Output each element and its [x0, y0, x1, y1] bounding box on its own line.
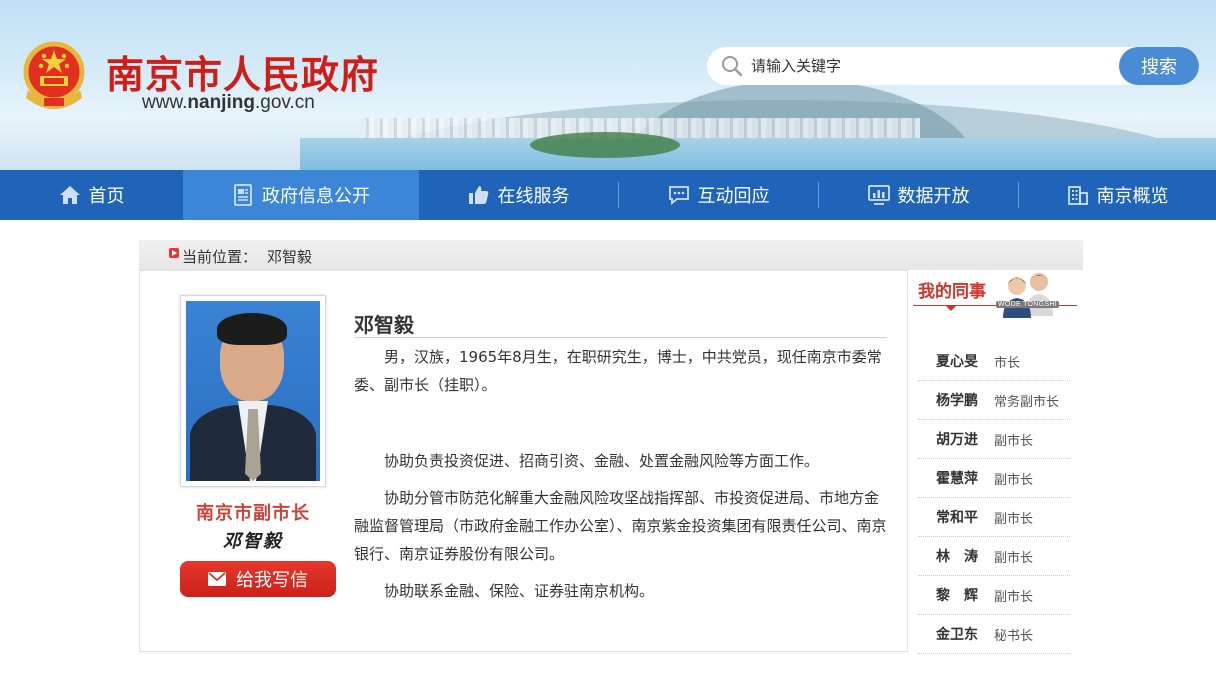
search-button[interactable]: 搜索: [1119, 47, 1199, 85]
colleague-name: 常和平: [936, 510, 978, 526]
profile-signature: 邓智毅: [223, 531, 283, 552]
colleague-item[interactable]: 杨学鹏 常务副市长: [918, 381, 1070, 420]
photo-hair: [217, 313, 287, 345]
nav-item-gov-info[interactable]: 政府信息公开: [183, 170, 419, 220]
site-url-suffix: .gov.cn: [254, 92, 315, 113]
write-letter-label: 给我写信: [236, 570, 308, 591]
building-icon: [1067, 186, 1088, 205]
colleague-role: 市长: [994, 355, 1021, 371]
colleague-role: 副市长: [994, 550, 1034, 566]
colleagues-heading: 我的同事: [918, 282, 986, 302]
colleague-role: 秘书长: [994, 628, 1034, 644]
colleague-item[interactable]: 胡万进 副市长: [918, 420, 1070, 459]
breadcrumb-current: 邓智毅: [267, 248, 313, 266]
location-marker-icon: [169, 248, 179, 258]
nav-item-nanjing-overview[interactable]: 南京概览: [1019, 170, 1216, 220]
bio-paragraph: 协助分管市防范化解重大金融风险攻坚战指挥部、市投资促进局、市地方金融监督管理局（…: [354, 489, 887, 563]
colleague-role: 副市长: [994, 589, 1034, 605]
colleague-item[interactable]: 林 涛 副市长: [918, 537, 1070, 576]
colleague-name: 黎 辉: [936, 588, 978, 604]
background-lake: [300, 138, 1216, 170]
colleagues-people-icon: [1003, 273, 1053, 318]
colleagues-badge: WODE TONGSHI: [996, 301, 1059, 308]
profile-panel: 南京市副市长 邓智毅 给我写信 邓智毅 男，汉族，1965年8月生，在职研究生，…: [139, 270, 908, 652]
nav-item-label: 首页: [88, 186, 125, 207]
nav-item-open-data[interactable]: 数据开放: [819, 170, 1018, 220]
colleague-name: 夏心旻: [936, 354, 978, 370]
write-letter-button[interactable]: 给我写信: [180, 561, 336, 597]
divider: [354, 337, 887, 338]
monitor-icon: [867, 185, 890, 205]
document-icon: [234, 184, 252, 206]
search-input[interactable]: [751, 47, 1111, 85]
national-emblem-icon[interactable]: [20, 40, 88, 116]
profile-position-title: 南京市副市长: [196, 503, 310, 524]
thumbs-up-icon: [468, 186, 488, 204]
colleague-item[interactable]: 霍慧萍 副市长: [918, 459, 1070, 498]
colleague-name: 林 涛: [936, 549, 978, 565]
bio-paragraph: 男，汉族，1965年8月生，在职研究生，博士，中共党员，现任南京市委常委、副市长…: [354, 348, 882, 394]
colleague-name: 霍慧萍: [936, 471, 978, 487]
colleague-item[interactable]: 常和平 副市长: [918, 498, 1070, 537]
colleague-list: 夏心旻 市长 杨学鹏 常务副市长 胡万进 副市长 霍慧萍 副市长 常和平 副市长…: [918, 342, 1070, 654]
nav-item-online-service[interactable]: 在线服务: [419, 170, 618, 220]
colleague-role: 常务副市长: [994, 394, 1060, 410]
bio-paragraph: 协助联系金融、保险、证券驻南京机构。: [384, 582, 655, 600]
nav-item-label: 在线服务: [497, 186, 570, 207]
colleague-name: 金卫东: [936, 627, 978, 643]
main-navigation: 首页 政府信息公开 在线服务 互动回应 数据开放 南京概览: [0, 170, 1216, 220]
colleagues-sidebar: 我的同事 WODE TONGSHI 夏心旻 市长 杨学鹏 常务副市长 胡万进 副…: [908, 270, 1083, 658]
colleague-role: 副市长: [994, 433, 1034, 449]
colleague-name: 胡万进: [936, 432, 978, 448]
search-icon: [722, 56, 743, 77]
person-name: 邓智毅: [354, 313, 414, 337]
heading-arrow-icon: [946, 306, 956, 311]
chat-icon: [668, 186, 689, 205]
colleague-item[interactable]: 金卫东 秘书长: [918, 615, 1070, 654]
colleague-item[interactable]: 黎 辉 副市长: [918, 576, 1070, 615]
colleague-role: 副市长: [994, 511, 1034, 527]
nav-item-label: 数据开放: [897, 186, 970, 207]
site-url-prefix: www.: [142, 92, 188, 113]
mail-icon: [208, 572, 226, 586]
bio-paragraph: 协助负责投资促进、招商引资、金融、处置金融风险等方面工作。: [384, 452, 820, 470]
breadcrumb-label: 当前位置：: [182, 248, 258, 266]
site-url-domain: nanjing: [187, 92, 255, 113]
profile-photo: [186, 301, 320, 481]
nav-item-label: 互动回应: [697, 186, 770, 207]
breadcrumb: 当前位置： 邓智毅: [139, 240, 1083, 270]
home-icon: [59, 186, 80, 204]
biography: 男，汉族，1965年8月生，在职研究生，博士，中共党员，现任南京市委常委、副市长…: [354, 343, 887, 614]
nav-item-label: 南京概览: [1096, 186, 1169, 207]
nav-item-interaction[interactable]: 互动回应: [619, 170, 818, 220]
nav-item-label: 政府信息公开: [262, 186, 370, 207]
search-box: 搜索: [707, 47, 1199, 85]
background-island: [530, 132, 680, 158]
profile-photo-frame: [180, 295, 326, 487]
site-header: 南京市人民政府 www.nanjing.gov.cn 搜索: [0, 0, 1216, 170]
nav-item-home[interactable]: 首页: [0, 170, 183, 220]
colleague-role: 副市长: [994, 472, 1034, 488]
site-title[interactable]: 南京市人民政府: [106, 44, 379, 99]
colleague-name: 杨学鹏: [936, 393, 978, 409]
colleague-item[interactable]: 夏心旻 市长: [918, 342, 1070, 381]
site-url[interactable]: www.nanjing.gov.cn: [142, 92, 315, 114]
